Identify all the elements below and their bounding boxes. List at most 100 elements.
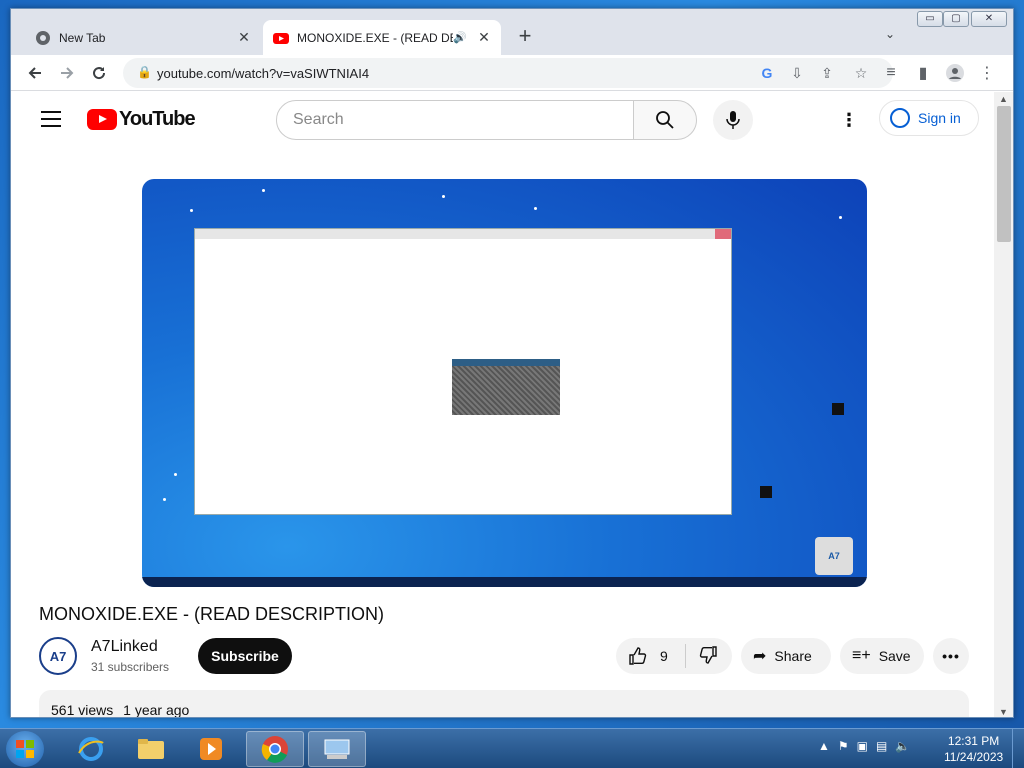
like-count: 9 xyxy=(660,648,668,664)
start-button[interactable] xyxy=(6,731,44,767)
save-label: Save xyxy=(878,648,911,664)
share-button[interactable]: ➦ Share xyxy=(741,638,831,674)
google-lens-icon[interactable]: G xyxy=(757,63,777,83)
scroll-up-icon[interactable]: ▲ xyxy=(999,94,1008,104)
reload-icon[interactable] xyxy=(89,63,109,83)
browser-toolbar: 🔒 youtube.com/watch?v=vaSIWTNIAI4 G ⇩ ⇪ … xyxy=(11,55,1013,91)
network-icon[interactable]: ▣ xyxy=(857,739,868,753)
upload-age: 1 year ago xyxy=(123,702,190,718)
new-tab-button[interactable]: + xyxy=(513,25,537,49)
video-frame-detail xyxy=(534,207,537,210)
clock[interactable]: 12:31 PM 11/24/2023 xyxy=(944,733,1003,765)
dislike-button[interactable] xyxy=(686,645,718,668)
video-frame-detail xyxy=(163,498,166,501)
voice-search-button[interactable] xyxy=(713,100,753,140)
sign-in-label: Sign in xyxy=(918,110,961,126)
add-to-playlist-icon: ≡+ xyxy=(852,647,871,664)
url-text[interactable]: youtube.com/watch?v=vaSIWTNIAI4 xyxy=(157,66,369,81)
show-hidden-icons[interactable]: ▲ xyxy=(818,739,830,753)
tab-new-tab[interactable]: New Tab ✕ xyxy=(25,20,261,55)
youtube-wordmark: YouTube xyxy=(119,108,196,130)
browser-window: New Tab ✕ MONOXIDE.EXE - (READ DES 🔊 ✕ +… xyxy=(10,8,1014,718)
minimize-button[interactable]: ▭ xyxy=(917,11,943,27)
page-scrollbar[interactable]: ▲ ▼ xyxy=(994,92,1013,717)
share-arrow-icon: ➦ xyxy=(753,648,767,665)
hamburger-menu-icon[interactable] xyxy=(41,111,61,127)
video-frame-detail xyxy=(760,486,772,498)
more-actions-button[interactable]: ••• xyxy=(933,638,969,674)
share-icon[interactable]: ⇪ xyxy=(817,63,837,83)
video-frame-detail xyxy=(262,189,265,192)
maximize-button[interactable]: ▢ xyxy=(943,11,969,27)
show-desktop-button[interactable] xyxy=(1012,729,1024,768)
tab-search-icon[interactable]: ⌄ xyxy=(885,27,895,41)
video-player[interactable]: A7 xyxy=(142,179,867,587)
sign-in-button[interactable]: Sign in xyxy=(879,100,979,136)
view-count: 561 views xyxy=(51,702,114,718)
youtube-logo[interactable]: YouTube xyxy=(87,108,196,131)
media-player-icon[interactable] xyxy=(182,731,240,767)
video-frame-detail xyxy=(839,216,842,219)
chrome-menu-icon[interactable]: ⋮ xyxy=(977,63,997,83)
channel-watermark: A7 xyxy=(815,537,853,575)
video-frame-detail xyxy=(832,403,844,415)
windows-taskbar: ▲ ⚑ ▣ ▤ 🔈 12:31 PM 11/24/2023 xyxy=(0,728,1024,768)
search-input[interactable]: Search xyxy=(276,100,634,140)
video-frame-detail xyxy=(174,473,177,476)
scroll-down-icon[interactable]: ▼ xyxy=(999,707,1008,717)
video-frame-dialog xyxy=(452,359,560,415)
profile-icon[interactable] xyxy=(945,63,965,83)
close-window-button[interactable]: ✕ xyxy=(971,11,1007,27)
speaker-icon[interactable]: 🔊 xyxy=(453,31,467,44)
microphone-icon xyxy=(726,111,740,129)
settings-more-icon[interactable]: ⋮ xyxy=(837,108,861,132)
keyboard-app-icon[interactable] xyxy=(308,731,366,767)
like-button[interactable]: 9 xyxy=(616,644,686,668)
tab-title: New Tab xyxy=(59,30,106,45)
thumbs-up-icon xyxy=(629,647,647,665)
search-button[interactable] xyxy=(633,100,697,140)
internet-explorer-icon[interactable] xyxy=(62,731,120,767)
side-panel-icon[interactable]: ▮ xyxy=(913,63,933,83)
youtube-icon xyxy=(273,32,289,44)
subscribe-button[interactable]: Subscribe xyxy=(198,638,292,674)
address-bar[interactable]: 🔒 youtube.com/watch?v=vaSIWTNIAI4 G ⇩ ⇪ … xyxy=(123,58,893,88)
forward-icon[interactable] xyxy=(57,63,77,83)
clock-date: 11/24/2023 xyxy=(944,750,1004,764)
video-frame-taskbar xyxy=(142,577,867,587)
action-center-icon[interactable]: ⚑ xyxy=(838,739,849,753)
video-frame-detail xyxy=(442,195,445,198)
back-icon[interactable] xyxy=(25,63,45,83)
volume-muted-icon[interactable]: 🔈 xyxy=(895,739,910,753)
install-icon[interactable]: ⇩ xyxy=(787,63,807,83)
chrome-taskbar-icon[interactable] xyxy=(246,731,304,767)
account-icon xyxy=(890,108,910,128)
video-frame-detail xyxy=(190,209,193,212)
lock-icon[interactable]: 🔒 xyxy=(137,65,152,79)
video-title: MONOXIDE.EXE - (READ DESCRIPTION) xyxy=(39,604,385,624)
channel-avatar[interactable]: A7 xyxy=(39,637,77,675)
video-frame-menu xyxy=(195,239,731,249)
close-tab-icon[interactable]: ✕ xyxy=(475,29,493,47)
description-box[interactable]: 561 views 1 year ago xyxy=(39,690,969,718)
channel-name[interactable]: A7Linked xyxy=(91,638,158,656)
thumbs-down-icon xyxy=(699,645,717,664)
media-control-icon[interactable]: ≡ xyxy=(881,63,901,83)
chrome-icon xyxy=(36,30,50,45)
youtube-page: YouTube Search ⋮ Sign in A7 MONOXIDE.EXE… xyxy=(11,92,994,718)
display-icon[interactable]: ▤ xyxy=(876,739,887,753)
clock-time: 12:31 PM xyxy=(947,734,1000,748)
share-label: Share xyxy=(774,648,812,664)
subscriber-count: 31 subscribers xyxy=(91,660,170,674)
close-tab-icon[interactable]: ✕ xyxy=(235,29,253,47)
tab-strip: New Tab ✕ MONOXIDE.EXE - (READ DES 🔊 ✕ +… xyxy=(11,9,1013,55)
scroll-thumb[interactable] xyxy=(997,106,1011,242)
youtube-play-icon xyxy=(87,109,117,130)
system-tray: ▲ ⚑ ▣ ▤ 🔈 xyxy=(818,739,910,753)
bookmark-star-icon[interactable]: ☆ xyxy=(851,63,871,83)
save-button[interactable]: ≡+ Save xyxy=(840,638,924,674)
file-explorer-icon[interactable] xyxy=(122,731,180,767)
tab-youtube-video[interactable]: MONOXIDE.EXE - (READ DES 🔊 ✕ xyxy=(263,20,501,55)
tab-title: MONOXIDE.EXE - (READ DES xyxy=(297,30,454,45)
video-frame-window xyxy=(194,228,732,515)
